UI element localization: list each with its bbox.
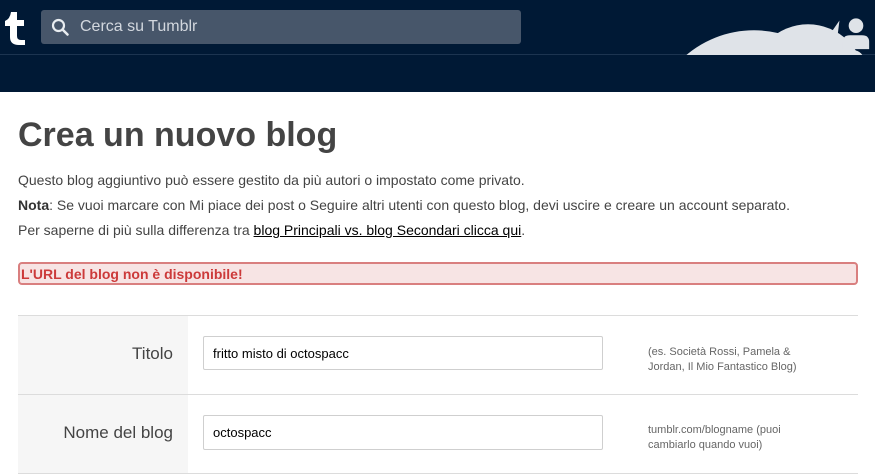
sub-header-bar	[0, 55, 875, 92]
note-line: Nota: Se vuoi marcare con Mi piace dei p…	[18, 197, 790, 213]
create-blog-form: Titolo fritto misto di octospacc (es. So…	[18, 315, 858, 475]
note-label: Nota	[18, 197, 50, 213]
form-row-title: Titolo fritto misto di octospacc (es. So…	[18, 316, 858, 395]
error-text: L'URL del blog non è disponibile!	[21, 266, 243, 282]
title-hint: (es. Società Rossi, Pamela & Jordan, Il …	[648, 346, 797, 373]
info-end: .	[521, 222, 526, 238]
description-line: Questo blog aggiuntivo può essere gestit…	[18, 172, 525, 188]
blog-name-input-value: octospacc	[213, 425, 272, 440]
blog-name-hint: tumblr.com/blogname (puoi cambiarlo quan…	[648, 424, 781, 451]
blog-types-link[interactable]: blog Principali vs. blog Secondari clicc…	[254, 222, 522, 238]
note-text: : Se vuoi marcare con Mi piace dei post …	[49, 197, 790, 213]
top-bar: Cerca su Tumblr	[0, 0, 875, 275]
search-icon	[51, 18, 69, 36]
blog-name-label: Nome del blog	[63, 423, 173, 442]
info-text: Per saperne di più sulla differenza tra	[18, 222, 254, 238]
blog-name-input[interactable]: octospacc	[203, 415, 603, 450]
blog-name-label-cell: Nome del blog	[18, 395, 188, 473]
page-title: Crea un nuovo blog	[18, 116, 338, 154]
form-row-blog-name: Nome del blog octospacc tumblr.com/blogn…	[18, 395, 858, 474]
title-label: Titolo	[132, 344, 173, 363]
account-icon[interactable]	[837, 14, 875, 52]
search-input[interactable]: Cerca su Tumblr	[80, 10, 197, 44]
error-message: L'URL del blog non è disponibile!	[18, 262, 858, 285]
search-box[interactable]: Cerca su Tumblr	[41, 10, 521, 44]
title-label-cell: Titolo	[18, 316, 188, 394]
title-input-value: fritto misto di octospacc	[213, 346, 349, 361]
title-input[interactable]: fritto misto di octospacc	[203, 336, 603, 370]
main-content: Crea un nuovo blog Questo blog aggiuntiv…	[0, 92, 875, 475]
info-line: Per saperne di più sulla differenza tra …	[18, 222, 525, 238]
tumblr-logo-icon[interactable]	[2, 10, 26, 46]
